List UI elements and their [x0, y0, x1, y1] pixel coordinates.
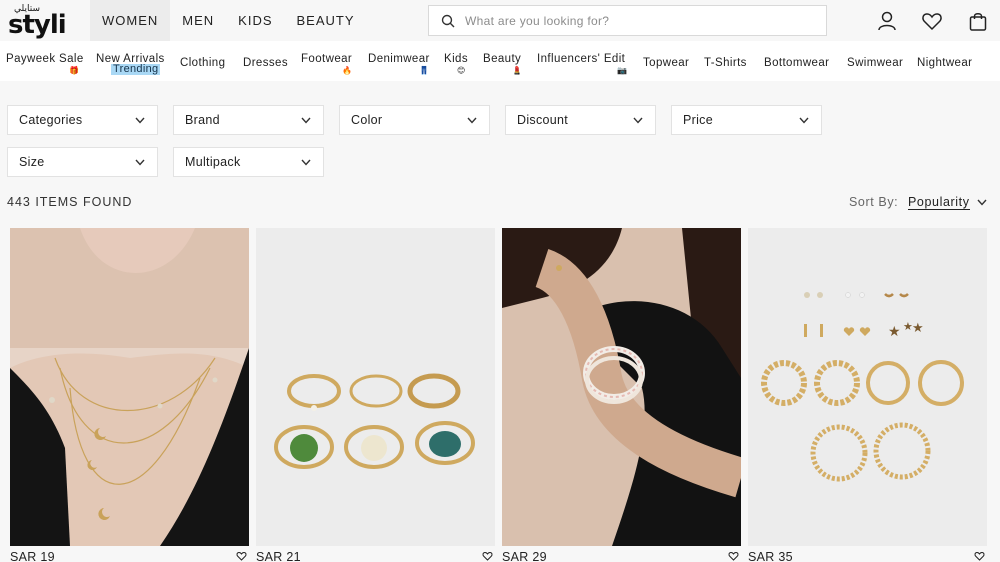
subnav-tshirts[interactable]: T-Shirts [704, 57, 747, 69]
sort-by-label: Sort By: [849, 195, 899, 209]
main-nav: WOMEN MEN KIDS BEAUTY [90, 0, 367, 41]
chevron-down-icon [467, 117, 477, 124]
bag-icon[interactable] [967, 10, 989, 32]
styli-logo[interactable]: ستايلي styli [6, 4, 67, 40]
subnav-swimwear[interactable]: Swimwear [847, 57, 903, 69]
chevron-down-icon [301, 159, 311, 166]
trending-tag: Trending [111, 63, 161, 75]
logo-text: styli [8, 10, 67, 40]
subnav-footwear[interactable]: Footwear [301, 53, 352, 65]
chevron-down-icon [799, 117, 809, 124]
product-card[interactable]: SAR 29 [502, 228, 741, 562]
nav-beauty[interactable]: BEAUTY [285, 0, 367, 41]
top-header: ستايلي styli WOMEN MEN KIDS BEAUTY [0, 0, 1000, 41]
smile-icon: 😊 [457, 66, 466, 75]
chevron-down-icon [633, 117, 643, 124]
filter-discount[interactable]: Discount [505, 105, 656, 135]
product-price: SAR 21 [256, 550, 301, 562]
filter-multipack[interactable]: Multipack [173, 147, 324, 177]
fire-icon: 🔥 [342, 66, 352, 75]
product-image-bracelet[interactable] [502, 228, 741, 546]
filter-price[interactable]: Price [671, 105, 822, 135]
product-price: SAR 19 [10, 550, 55, 562]
subnav-clothing[interactable]: Clothing [180, 57, 225, 69]
sort-dropdown[interactable]: Popularity [908, 195, 970, 210]
wishlist-heart-icon[interactable] [236, 551, 247, 561]
filter-label: Multipack [185, 155, 241, 169]
filter-brand[interactable]: Brand [173, 105, 324, 135]
svg-text:★: ★ [888, 324, 901, 340]
product-price: SAR 35 [748, 550, 793, 562]
wishlist-heart-icon[interactable] [921, 10, 943, 32]
lipstick-icon: 💄 [512, 66, 522, 75]
product-image-rings[interactable] [256, 228, 495, 546]
subnav-bottomwear[interactable]: Bottomwear [764, 57, 829, 69]
search-bar[interactable] [428, 5, 827, 36]
product-price: SAR 29 [502, 550, 547, 562]
nav-kids[interactable]: KIDS [226, 0, 284, 41]
filter-categories[interactable]: Categories [7, 105, 158, 135]
subnav-nightwear[interactable]: Nightwear [917, 57, 972, 69]
wishlist-heart-icon[interactable] [974, 551, 985, 561]
subnav-payweek-sale[interactable]: Payweek Sale [6, 53, 84, 65]
search-input[interactable] [465, 11, 815, 31]
product-image-necklace[interactable] [10, 228, 249, 546]
product-card[interactable]: SAR 19 [10, 228, 249, 562]
gift-icon: 🎁 [69, 66, 79, 75]
filter-label: Brand [185, 113, 220, 127]
filter-size[interactable]: Size [7, 147, 158, 177]
filter-label: Price [683, 113, 713, 127]
items-found-count: 443 ITEMS FOUND [7, 195, 133, 209]
filter-color[interactable]: Color [339, 105, 490, 135]
subnav-topwear[interactable]: Topwear [643, 57, 689, 69]
category-subnav: Payweek Sale 🎁 New Arrivals Clothing Dre… [0, 41, 1000, 81]
filter-label: Size [19, 155, 45, 169]
subnav-beauty[interactable]: Beauty [483, 53, 521, 65]
nav-women[interactable]: WOMEN [90, 0, 171, 41]
subnav-dresses[interactable]: Dresses [243, 57, 288, 69]
subnav-kids[interactable]: Kids [444, 53, 468, 65]
chevron-down-icon [301, 117, 311, 124]
filter-label: Discount [517, 113, 569, 127]
chevron-down-icon [135, 159, 145, 166]
chevron-down-icon [135, 117, 145, 124]
search-icon [441, 14, 455, 28]
chevron-down-icon[interactable] [977, 199, 987, 206]
wishlist-heart-icon[interactable] [482, 551, 493, 561]
filter-label: Categories [19, 113, 83, 127]
jeans-icon: 👖 [419, 66, 429, 75]
nav-men[interactable]: MEN [170, 0, 226, 41]
camera-icon: 📷 [617, 66, 627, 75]
product-card[interactable]: SAR 21 [256, 228, 495, 562]
svg-text:★: ★ [912, 321, 924, 336]
wishlist-heart-icon[interactable] [728, 551, 739, 561]
product-card[interactable]: ★ ★ ★ SAR 35 [748, 228, 987, 562]
subnav-denimwear[interactable]: Denimwear [368, 53, 430, 65]
product-image-earrings[interactable]: ★ ★ ★ [748, 228, 987, 546]
filter-label: Color [351, 113, 383, 127]
subnav-influencers-edit[interactable]: Influencers' Edit [537, 53, 625, 65]
user-icon[interactable] [876, 10, 898, 32]
